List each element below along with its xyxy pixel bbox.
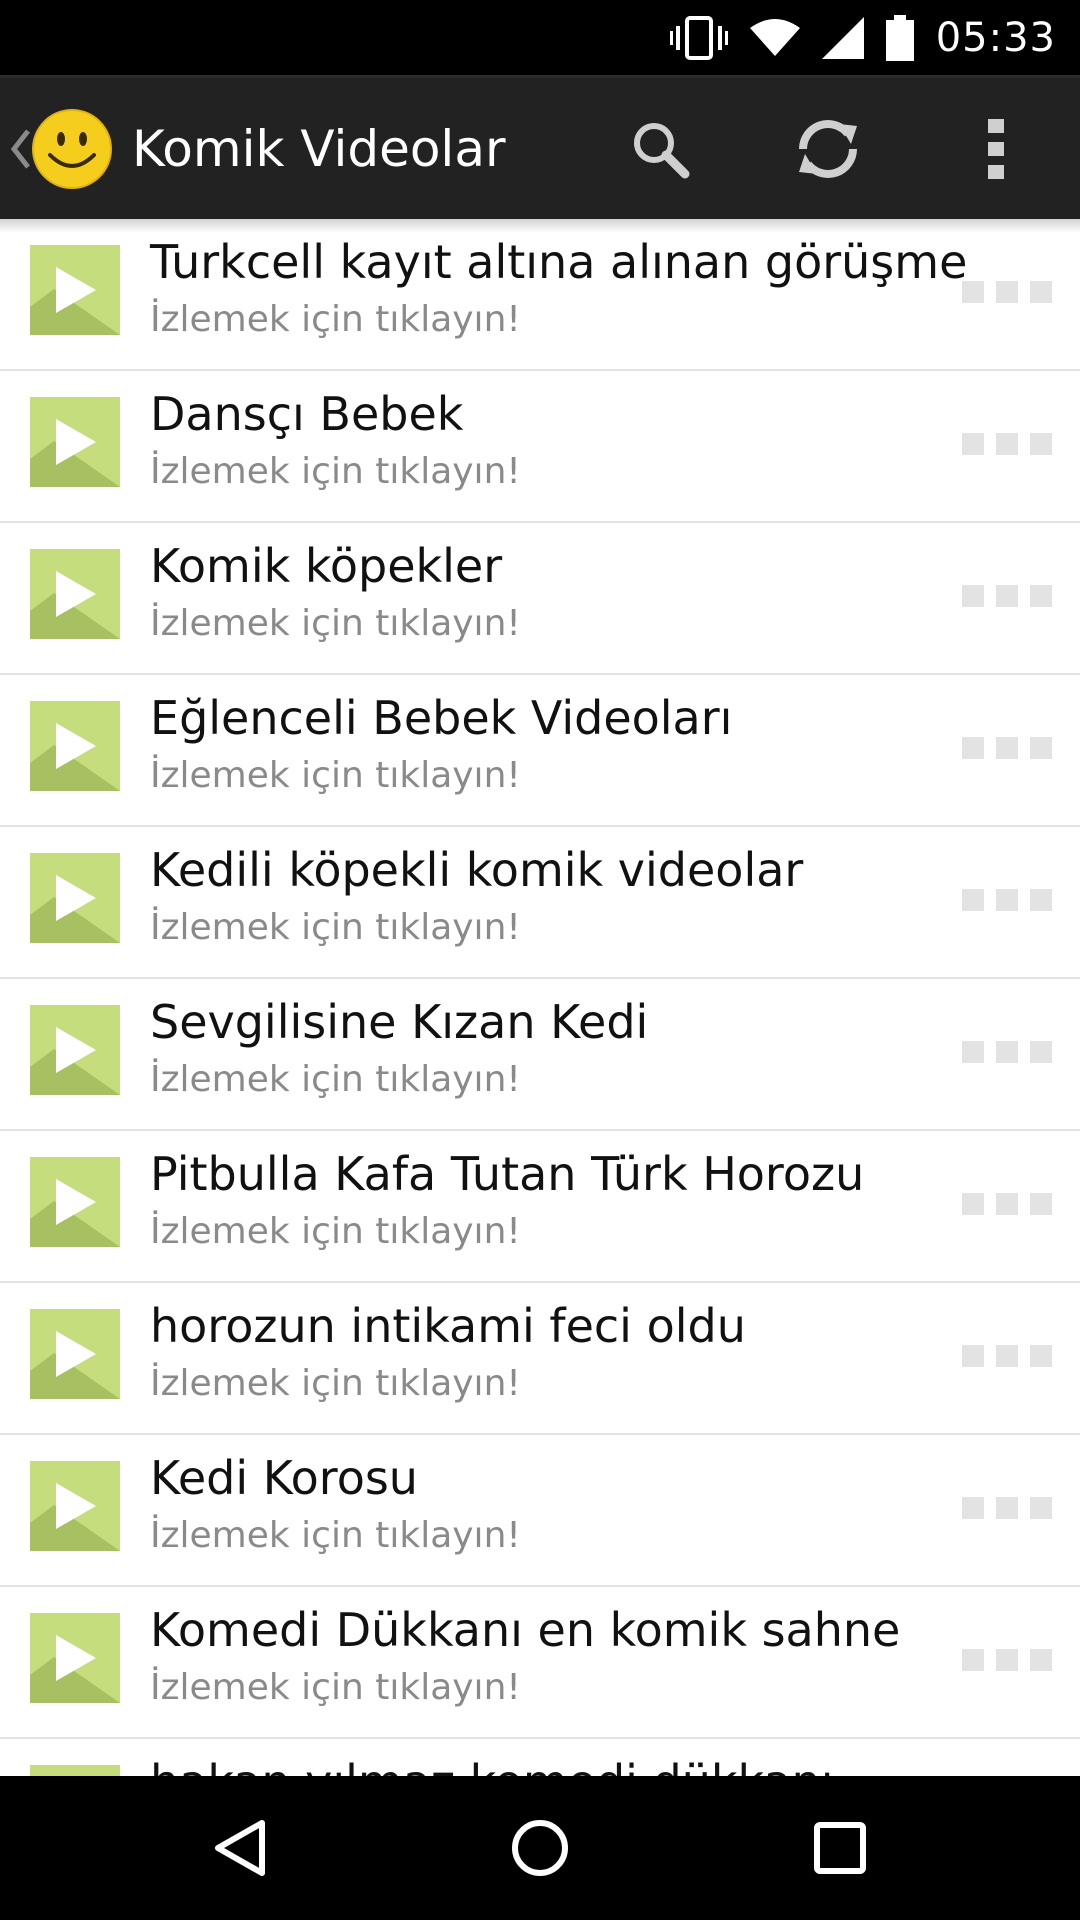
item-more-icon[interactable]: [962, 585, 1052, 607]
play-video-icon: [30, 1461, 120, 1551]
item-subtitle: İzlemek için tıklayın!: [150, 1667, 521, 1708]
action-bar: Komik Videolar: [0, 75, 1080, 219]
cell-signal-icon: [821, 16, 864, 59]
play-video-icon: [30, 549, 120, 639]
video-list[interactable]: Turkcell kayıt altına alınan görüşme İzl…: [0, 219, 1080, 1776]
navigation-bar: [0, 1776, 1080, 1920]
play-video-icon: [30, 1157, 120, 1247]
list-item[interactable]: Kedi Korosu İzlemek için tıklayın!: [0, 1435, 1080, 1587]
item-subtitle: İzlemek için tıklayın!: [150, 755, 521, 796]
overflow-menu-button[interactable]: [936, 78, 1056, 219]
list-item[interactable]: hakan yılmaz komedi dükkanı İzlemek için…: [0, 1739, 1080, 1776]
item-title: hakan yılmaz komedi dükkanı: [150, 1755, 834, 1776]
status-bar: 05:33: [0, 0, 1080, 75]
recents-button[interactable]: [760, 1776, 920, 1920]
item-subtitle: İzlemek için tıklayın!: [150, 1211, 521, 1252]
status-time: 05:33: [935, 14, 1056, 61]
list-item[interactable]: Komik köpekler İzlemek için tıklayın!: [0, 523, 1080, 675]
item-title: Turkcell kayıt altına alınan görüşme: [150, 235, 968, 289]
list-item[interactable]: Sevgilisine Kızan Kedi İzlemek için tıkl…: [0, 979, 1080, 1131]
item-subtitle: İzlemek için tıklayın!: [150, 907, 521, 948]
app-title: Komik Videolar: [132, 119, 506, 178]
item-more-icon[interactable]: [962, 737, 1052, 759]
list-item[interactable]: Dansçı Bebek İzlemek için tıklayın!: [0, 371, 1080, 523]
refresh-icon: [793, 114, 863, 184]
list-item[interactable]: horozun intikami feci oldu İzlemek için …: [0, 1283, 1080, 1435]
up-navigation[interactable]: Komik Videolar: [8, 78, 506, 219]
play-video-icon: [30, 1309, 120, 1399]
item-title: Komik köpekler: [150, 539, 503, 593]
item-title: Kedili köpekli komik videolar: [150, 843, 804, 897]
list-item[interactable]: Komedi Dükkanı en komik sahne İzlemek iç…: [0, 1587, 1080, 1739]
home-icon: [510, 1818, 570, 1878]
status-icons: 05:33: [669, 0, 1056, 75]
smiley-face-icon: [32, 108, 112, 189]
item-subtitle: İzlemek için tıklayın!: [150, 1059, 521, 1100]
item-subtitle: İzlemek için tıklayın!: [150, 1515, 521, 1556]
item-more-icon[interactable]: [962, 889, 1052, 911]
play-video-icon: [30, 853, 120, 943]
play-video-icon: [30, 1765, 120, 1776]
battery-icon: [885, 14, 914, 61]
item-more-icon[interactable]: [962, 433, 1052, 455]
home-button[interactable]: [460, 1776, 620, 1920]
item-subtitle: İzlemek için tıklayın!: [150, 451, 521, 492]
vibrate-icon: [669, 15, 728, 60]
item-title: Kedi Korosu: [150, 1451, 418, 1505]
play-video-icon: [30, 1005, 120, 1095]
list-item[interactable]: Pitbulla Kafa Tutan Türk Horozu İzlemek …: [0, 1131, 1080, 1283]
item-more-icon[interactable]: [962, 1497, 1052, 1519]
item-more-icon[interactable]: [962, 1649, 1052, 1671]
item-title: Eğlenceli Bebek Videoları: [150, 691, 733, 745]
item-title: Komedi Dükkanı en komik sahne: [150, 1603, 901, 1657]
refresh-button[interactable]: [768, 78, 888, 219]
search-icon: [630, 119, 690, 179]
play-video-icon: [30, 701, 120, 791]
recents-icon: [812, 1820, 868, 1876]
item-title: Pitbulla Kafa Tutan Türk Horozu: [150, 1147, 865, 1201]
item-more-icon[interactable]: [962, 1041, 1052, 1063]
list-item[interactable]: Turkcell kayıt altına alınan görüşme İzl…: [0, 219, 1080, 371]
item-title: horozun intikami feci oldu: [150, 1299, 746, 1353]
wifi-icon: [749, 18, 800, 58]
overflow-menu-icon: [986, 117, 1006, 181]
play-video-icon: [30, 1613, 120, 1703]
search-button[interactable]: [600, 78, 720, 219]
play-video-icon: [30, 397, 120, 487]
item-subtitle: İzlemek için tıklayın!: [150, 1363, 521, 1404]
list-item[interactable]: Eğlenceli Bebek Videoları İzlemek için t…: [0, 675, 1080, 827]
item-subtitle: İzlemek için tıklayın!: [150, 603, 521, 644]
item-more-icon[interactable]: [962, 1193, 1052, 1215]
item-more-icon[interactable]: [962, 1345, 1052, 1367]
item-title: Sevgilisine Kızan Kedi: [150, 995, 649, 1049]
item-subtitle: İzlemek için tıklayın!: [150, 299, 521, 340]
back-button[interactable]: [160, 1776, 320, 1920]
item-title: Dansçı Bebek: [150, 387, 464, 441]
chevron-left-icon: [8, 127, 32, 171]
list-item[interactable]: Kedili köpekli komik videolar İzlemek iç…: [0, 827, 1080, 979]
item-more-icon[interactable]: [962, 281, 1052, 303]
screen: 05:33 Komik Videolar Turkcell kayıt altı…: [0, 0, 1080, 1920]
back-icon: [212, 1818, 268, 1878]
play-video-icon: [30, 245, 120, 335]
